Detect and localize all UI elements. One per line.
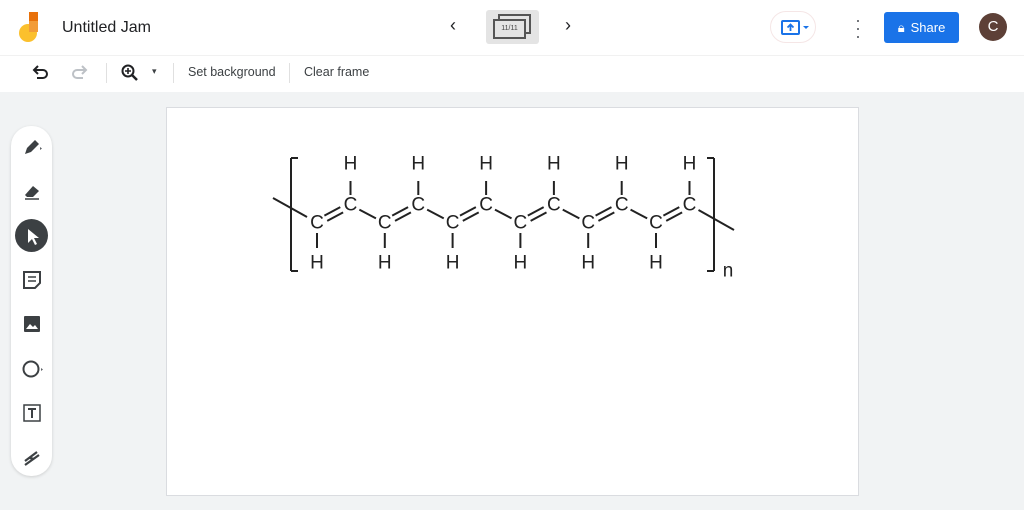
document-title[interactable]: Untitled Jam xyxy=(62,19,151,37)
tool-sidebar xyxy=(11,126,52,476)
divider xyxy=(173,63,174,83)
laser-tool[interactable] xyxy=(15,440,48,473)
carbon-atom: C xyxy=(547,195,561,216)
eraser-tool[interactable] xyxy=(15,174,48,207)
single-bond xyxy=(562,208,580,220)
circle-icon xyxy=(22,360,43,377)
single-bond xyxy=(426,208,445,220)
carbon-atom: C xyxy=(446,213,460,234)
more-options-icon[interactable]: · · · xyxy=(852,11,864,45)
pen-icon xyxy=(24,139,42,154)
cursor-icon xyxy=(27,228,39,245)
hydrogen-atom: H xyxy=(581,253,595,274)
carbon-atom: C xyxy=(310,213,324,234)
cast-icon xyxy=(781,20,809,35)
hydrogen-atom: H xyxy=(479,154,493,175)
hydrogen-atom: H xyxy=(344,154,358,175)
end-bond xyxy=(698,209,735,231)
carbon-atom: C xyxy=(615,195,629,216)
hydrogen-atom: H xyxy=(310,253,324,274)
text-box-tool[interactable] xyxy=(15,396,48,429)
eraser-icon xyxy=(24,185,39,200)
next-frame-button[interactable]: › xyxy=(565,15,571,36)
hydrogen-atom: H xyxy=(649,253,663,274)
lock-icon: 🔒︎ xyxy=(897,19,905,35)
zoom-dropdown-icon[interactable]: ▾ xyxy=(152,66,157,77)
share-button[interactable]: 🔒︎ Share xyxy=(884,12,959,43)
undo-icon[interactable] xyxy=(30,63,50,83)
carbon-atom: C xyxy=(581,213,595,234)
carbon-atom: C xyxy=(514,213,528,234)
carbon-atom: C xyxy=(411,195,425,216)
divider xyxy=(289,63,290,83)
hydrogen-atom: H xyxy=(446,253,460,274)
previous-frame-button[interactable]: ‹ xyxy=(450,15,456,36)
frame-bar-toggle[interactable]: 11/11 xyxy=(486,10,539,44)
repeat-subscript: n xyxy=(723,261,734,282)
hydrogen-atom: H xyxy=(615,154,629,175)
carbon-atom: C xyxy=(378,213,392,234)
set-background-button[interactable]: Set background xyxy=(188,65,276,79)
hydrogen-atom: H xyxy=(683,154,697,175)
image-icon xyxy=(23,315,40,332)
single-bond xyxy=(630,208,648,220)
jam-canvas[interactable]: CHCHCHCHCHCHCHCHCHCHCHCHn xyxy=(166,107,859,496)
redo-icon[interactable] xyxy=(70,63,90,83)
clear-frame-button[interactable]: Clear frame xyxy=(304,65,369,79)
top-bar: Untitled Jam ‹ 11/11 › · · · 🔒︎ Share C xyxy=(0,0,1024,55)
carbon-atom: C xyxy=(649,213,663,234)
text-box-icon xyxy=(22,403,41,422)
shape-tool[interactable] xyxy=(15,352,48,385)
zoom-icon[interactable] xyxy=(120,63,140,83)
image-tool[interactable] xyxy=(15,307,48,340)
carbon-atom: C xyxy=(344,195,358,216)
share-label: Share xyxy=(910,20,946,35)
laser-icon xyxy=(23,450,40,466)
pen-tool[interactable] xyxy=(15,130,48,163)
polyacetylene-structure: CHCHCHCHCHCHCHCHCHCHCHCHn xyxy=(272,154,735,282)
carbon-atom: C xyxy=(683,195,697,216)
sticky-note-tool[interactable] xyxy=(15,263,48,296)
select-tool[interactable] xyxy=(15,219,48,252)
divider xyxy=(106,63,107,83)
hydrogen-atom: H xyxy=(547,154,561,175)
single-bond xyxy=(494,208,513,220)
hydrogen-atom: H xyxy=(378,253,392,274)
sticky-note-icon xyxy=(22,270,41,289)
present-button[interactable] xyxy=(770,11,816,43)
avatar[interactable]: C xyxy=(979,13,1007,41)
jamboard-logo xyxy=(19,12,38,42)
frame-counter: 11/11 xyxy=(493,19,526,39)
single-bond xyxy=(358,208,377,220)
hydrogen-atom: H xyxy=(514,253,528,274)
carbon-atom: C xyxy=(479,195,493,216)
hydrogen-atom: H xyxy=(411,154,425,175)
